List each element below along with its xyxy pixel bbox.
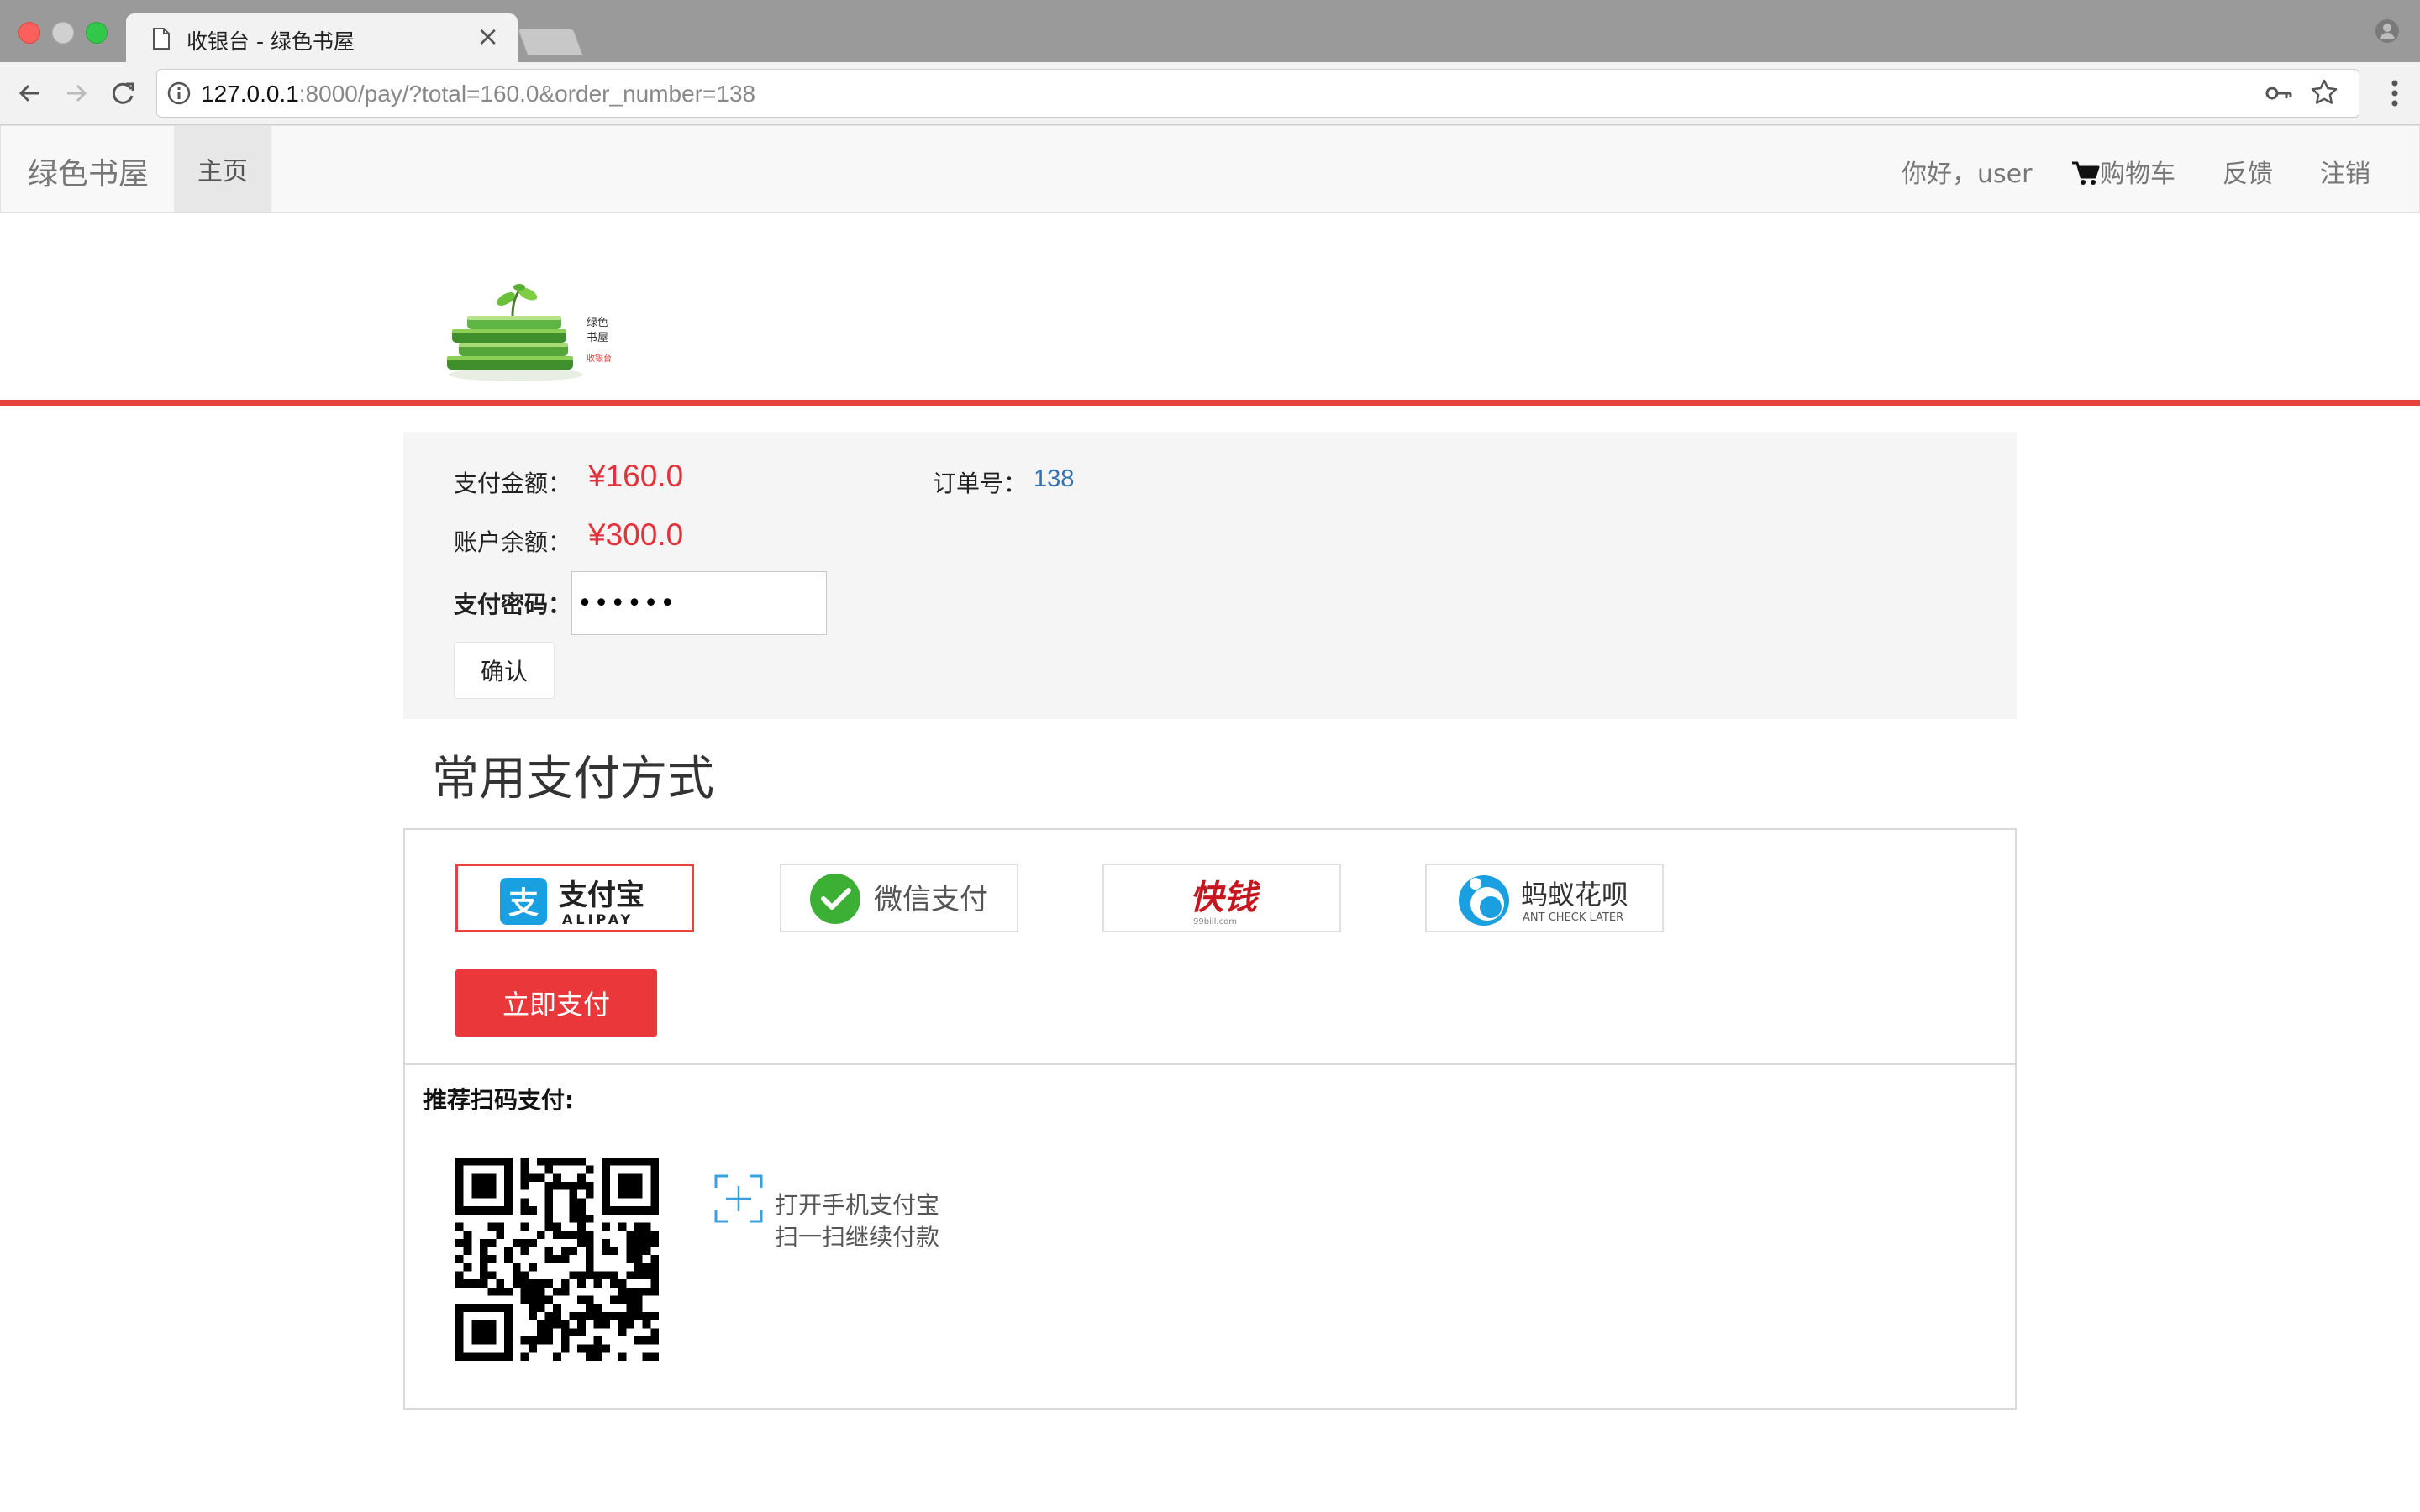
bookmark-star-icon[interactable] (2310, 78, 2338, 107)
qr-title: 推荐扫码支付: (424, 1086, 575, 1114)
back-arrow-icon[interactable] (13, 77, 45, 109)
window-close-icon[interactable] (18, 22, 40, 44)
url-text[interactable]: 127.0.0.1:8000/pay/?total=160.0&order_nu… (201, 81, 755, 108)
method-wechat[interactable]: 微信支付 (780, 864, 1018, 932)
address-bar[interactable]: 127.0.0.1:8000/pay/?total=160.0&order_nu… (156, 69, 2360, 118)
huabei-name: 蚂蚁花呗 (1521, 879, 1628, 911)
site-navbar: 绿色书屋 主页 你好，user 购物车 反馈 注销 (0, 125, 2420, 213)
browser-tab-strip: 收银台 - 绿色书屋 × (0, 0, 2420, 62)
payment-methods-box: 支 支付宝 ALIPAY 微信支付 快钱 99bill.com 蚂蚁花呗 ANT… (403, 828, 2017, 1065)
cart-icon (2072, 161, 2100, 185)
forward-arrow-icon[interactable] (60, 77, 92, 109)
browser-toolbar: 127.0.0.1:8000/pay/?total=160.0&order_nu… (0, 62, 2420, 125)
reload-icon[interactable] (108, 77, 139, 109)
page-icon (153, 28, 170, 50)
key-icon[interactable] (2265, 81, 2293, 105)
balance-label: 账户余额： (454, 528, 572, 556)
qr-code-image (455, 1158, 659, 1361)
tab-title: 收银台 - 绿色书屋 (187, 29, 355, 54)
amount-value: ¥160.0 (588, 459, 684, 493)
nav-feedback[interactable]: 反馈 (2223, 153, 2273, 190)
password-label: 支付密码： (454, 591, 572, 618)
window-zoom-icon[interactable] (86, 22, 108, 44)
profile-icon[interactable] (2375, 18, 2400, 44)
header-divider (0, 400, 2420, 406)
greeting-text: 你好，user (1902, 160, 2033, 189)
kuaiqian-name: 快钱 (1190, 878, 1260, 917)
kuaiqian-sub: 99bill.com (1193, 917, 1237, 927)
nav-logout[interactable]: 注销 (2320, 153, 2370, 190)
amount-label: 支付金额： (454, 470, 572, 497)
scan-line1: 打开手机支付宝 (775, 1191, 940, 1219)
method-alipay[interactable]: 支 支付宝 ALIPAY (455, 864, 694, 932)
alipay-sub: ALIPAY (562, 911, 634, 927)
huabei-sub: ANT CHECK LATER (1523, 911, 1623, 924)
alipay-logo: 支 支付宝 ALIPAY (500, 878, 644, 927)
wechat-logo: 微信支付 (810, 874, 988, 924)
qr-pay-box: 推荐扫码支付: 打开手机支付宝 扫一扫继续付款 (403, 1063, 2017, 1410)
scan-instructions: 打开手机支付宝 扫一扫继续付款 (775, 1189, 939, 1253)
svg-text:支: 支 (508, 886, 539, 921)
payment-info-panel: 支付金额： ¥160.0 订单号： 138 账户余额： ¥300.0 支付密码：… (403, 432, 2017, 719)
payment-methods-title: 常用支付方式 (432, 752, 714, 806)
kuaiqian-logo: 快钱 99bill.com (1190, 878, 1260, 927)
alipay-name: 支付宝 (559, 879, 644, 912)
balance-value: ¥300.0 (588, 517, 684, 552)
nav-cart[interactable]: 购物车 (2071, 153, 2175, 190)
browser-menu-icon[interactable] (2390, 77, 2400, 109)
order-number-label: 订单号： (933, 470, 1028, 497)
window-minimize-icon[interactable] (52, 22, 74, 44)
scan-icon (714, 1174, 763, 1223)
browser-tab[interactable]: 收银台 - 绿色书屋 × (126, 13, 518, 62)
tab-close-icon[interactable]: × (476, 20, 499, 52)
logo-text-line2: 书屋 (587, 332, 608, 344)
nav-home[interactable]: 主页 (174, 126, 271, 212)
logo-text-line3: 收银台 (587, 353, 612, 364)
pay-now-button[interactable]: 立即支付 (455, 969, 657, 1037)
scan-line2: 扫一扫继续付款 (775, 1223, 940, 1251)
logo-text-line1: 绿色 (587, 316, 608, 329)
site-logo: 绿色 书屋 收银台 (447, 284, 612, 381)
huabei-logo: 蚂蚁花呗 ANT CHECK LATER (1459, 875, 1628, 926)
method-huabei[interactable]: 蚂蚁花呗 ANT CHECK LATER (1425, 864, 1664, 932)
password-input[interactable] (571, 571, 827, 635)
order-number-value: 138 (1034, 465, 1075, 492)
new-tab-button[interactable] (518, 29, 583, 55)
method-99bill[interactable]: 快钱 99bill.com (1102, 864, 1341, 932)
cart-label: 购物车 (2100, 160, 2175, 189)
wechat-name: 微信支付 (874, 883, 988, 916)
brand-link[interactable]: 绿色书屋 (28, 150, 149, 193)
confirm-button[interactable]: 确认 (454, 642, 555, 699)
info-icon[interactable] (167, 81, 191, 105)
